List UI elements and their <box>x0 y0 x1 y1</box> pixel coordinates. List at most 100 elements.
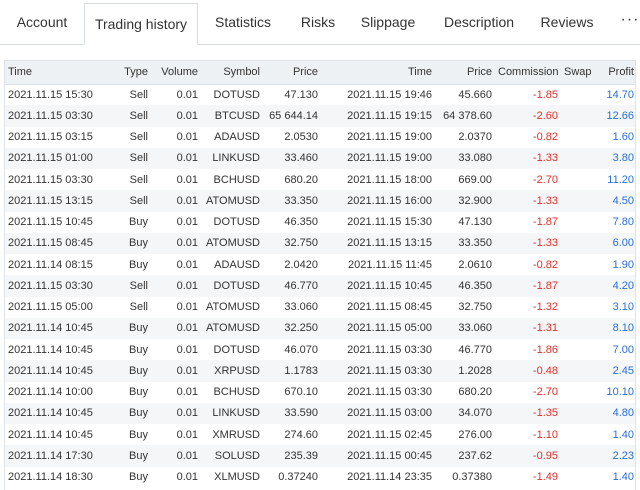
cell-swap <box>561 105 593 127</box>
cell-open-price: 32.750 <box>263 232 321 254</box>
cell-close-price: 32.750 <box>458 301 492 314</box>
cell-swap <box>561 84 593 105</box>
cell-open-time: 2021.11.15 01:00 <box>5 147 115 169</box>
col-header-type[interactable]: Type <box>115 61 151 85</box>
cell-type: Sell <box>115 190 151 212</box>
col-header-price[interactable]: Price <box>263 61 321 85</box>
cell-swap <box>561 275 593 297</box>
col-header-swap[interactable]: Swap <box>561 61 593 85</box>
cell-open-price: 46.070 <box>284 343 318 356</box>
cell-open-time: 2021.11.15 03:30 <box>8 173 93 186</box>
table-row: 2021.11.15 05:00 Sell 0.01 ATOMUSD 33.060 202… <box>5 297 635 318</box>
cell-open-time: 2021.11.15 13:15 <box>5 190 115 212</box>
col-header-time[interactable]: Time <box>5 61 115 85</box>
tab-slippage[interactable]: Slippage <box>348 0 428 44</box>
trading-history-table: Time Type Volume Symbol Price Time Price… <box>5 61 635 488</box>
cell-profit: 7.80 <box>612 216 634 229</box>
cell-close-time: 2021.11.15 19:15 <box>321 105 435 127</box>
cell-close-time: 2021.11.15 08:45 <box>347 301 432 314</box>
cell-type: Sell <box>129 88 148 101</box>
cell-open-time: 2021.11.15 03:15 <box>8 131 93 144</box>
cell-close-price: 2.0370 <box>458 131 492 144</box>
cell-profit: 2.23 <box>593 445 635 467</box>
cell-close-time: 2021.11.15 18:00 <box>347 173 432 186</box>
cell-commission: -1.35 <box>495 402 561 424</box>
cell-type: Buy <box>129 343 148 356</box>
cell-volume: 0.01 <box>176 258 198 271</box>
cell-symbol: DOTUSD <box>201 275 263 297</box>
table-row: 2021.11.15 01:00 Sell 0.01 LINKUSD 33.460 202… <box>5 147 635 169</box>
cell-open-time: 2021.11.14 18:30 <box>8 471 93 484</box>
table-row: 2021.11.14 08:15 Buy 0.01 ADAUSD 2.0420 2021.… <box>5 254 635 275</box>
cell-commission: -1.33 <box>495 147 561 169</box>
table-row: 2021.11.14 10:45 Buy 0.01 XMRUSD 274.60 2021.… <box>5 424 635 445</box>
cell-close-price: 32.900 <box>435 190 495 212</box>
more-tabs-icon[interactable]: ··· <box>620 0 640 44</box>
cell-symbol: BTCUSD <box>201 105 263 127</box>
cell-close-time: 2021.11.15 11:45 <box>347 258 432 271</box>
cell-swap <box>561 127 593 148</box>
cell-volume: 0.01 <box>176 386 198 399</box>
cell-symbol: ADAUSD <box>214 258 260 271</box>
table-row: 2021.11.15 03:30 Sell 0.01 DOTUSD 46.770 2021… <box>5 275 635 297</box>
cell-open-time: 2021.11.15 15:30 <box>8 88 93 101</box>
cell-volume: 0.01 <box>151 317 201 339</box>
cell-symbol: ADAUSD <box>214 131 260 144</box>
cell-open-time: 2021.11.14 08:15 <box>8 258 93 271</box>
cell-volume: 0.01 <box>151 445 201 467</box>
cell-swap <box>561 232 593 254</box>
cell-volume: 0.01 <box>176 131 198 144</box>
cell-close-price: 33.080 <box>435 147 495 169</box>
cell-symbol: XLMUSD <box>214 471 260 484</box>
cell-close-price: 1.2028 <box>435 360 495 382</box>
cell-profit: 11.20 <box>607 173 634 186</box>
cell-type: Buy <box>115 317 151 339</box>
cell-close-time: 2021.11.15 15:30 <box>347 216 432 229</box>
cell-commission: -1.86 <box>532 343 558 356</box>
col-header-volume[interactable]: Volume <box>151 61 201 85</box>
tab-description[interactable]: Description <box>428 0 530 44</box>
col-header-commission[interactable]: Commission <box>495 61 561 85</box>
table-row: 2021.11.14 18:30 Buy 0.01 XLMUSD 0.37240 2021… <box>5 467 635 488</box>
cell-close-time: 2021.11.15 13:15 <box>321 232 435 254</box>
cell-type: Buy <box>129 471 148 484</box>
cell-type: Buy <box>115 445 151 467</box>
cell-profit: 7.00 <box>612 343 634 356</box>
cell-close-price: 64 378.60 <box>435 105 495 127</box>
table-row: 2021.11.14 17:30 Buy 0.01 SOLUSD 235.39 2021.… <box>5 445 635 467</box>
col-header-close-price[interactable]: Price <box>435 61 495 85</box>
tab-statistics[interactable]: Statistics <box>198 0 288 44</box>
cell-commission: -2.70 <box>532 386 558 399</box>
cell-profit: 3.80 <box>593 147 635 169</box>
tab-reviews[interactable]: Reviews <box>530 0 604 44</box>
col-header-close-time[interactable]: Time <box>321 61 435 85</box>
tab-risks[interactable]: Risks <box>288 0 348 44</box>
cell-close-time: 2021.11.15 10:45 <box>321 275 435 297</box>
cell-symbol: ATOMUSD <box>201 190 263 212</box>
cell-volume: 0.01 <box>151 190 201 212</box>
tab-trading-history[interactable]: Trading history <box>84 3 198 45</box>
cell-close-time: 2021.11.15 03:30 <box>347 343 432 356</box>
col-header-profit[interactable]: Profit <box>593 61 635 85</box>
table-row: 2021.11.15 03:30 Sell 0.01 BTCUSD 65 644.14 2… <box>5 105 635 127</box>
cell-close-time: 2021.11.14 23:35 <box>347 471 432 484</box>
cell-commission: -0.82 <box>532 258 558 271</box>
cell-commission: -0.82 <box>532 131 558 144</box>
cell-close-time: 2021.11.15 03:30 <box>321 360 435 382</box>
cell-symbol: XMRUSD <box>212 428 260 441</box>
cell-close-price: 2.0610 <box>458 258 492 271</box>
cell-volume: 0.01 <box>176 343 198 356</box>
cell-close-price: 34.070 <box>435 402 495 424</box>
cell-close-price: 46.350 <box>435 275 495 297</box>
tab-account[interactable]: Account <box>0 0 84 44</box>
cell-commission: -1.33 <box>495 190 561 212</box>
cell-commission: -1.87 <box>495 275 561 297</box>
cell-close-time: 2021.11.15 00:45 <box>321 445 435 467</box>
cell-volume: 0.01 <box>176 173 198 186</box>
cell-type: Buy <box>129 386 148 399</box>
cell-symbol: BCHUSD <box>213 386 260 399</box>
col-header-symbol[interactable]: Symbol <box>201 61 263 85</box>
cell-symbol: BCHUSD <box>213 173 260 186</box>
cell-symbol: DOTUSD <box>213 88 260 101</box>
cell-close-time: 2021.11.15 19:00 <box>347 131 432 144</box>
